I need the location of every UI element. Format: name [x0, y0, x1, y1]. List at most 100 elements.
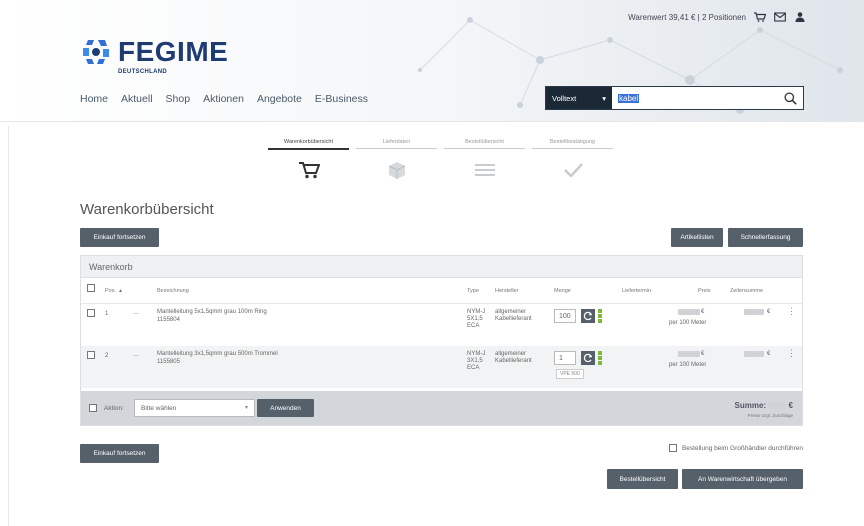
wholesaler-order-option[interactable]: Bestellung beim Großhändler durchführen	[668, 444, 803, 452]
table-row: 2 — Mantelleitung 3x1,5qmm grau 500m Tro…	[81, 346, 802, 388]
quick-entry-button[interactable]: Schnellerfassung	[728, 228, 803, 247]
bulk-action-select[interactable]: Bitte wählen ▾	[134, 399, 255, 417]
nav-angebote[interactable]: Angebote	[257, 93, 302, 105]
quantity-input[interactable]: 100	[554, 309, 576, 323]
sum-label: Summe:	[734, 401, 767, 410]
wholesaler-order-label: Bestellung beim Großhändler durchführen	[681, 444, 803, 452]
availability-indicator	[598, 309, 602, 323]
step-order-overview: Bestellübersicht	[442, 139, 527, 176]
row-checkbox[interactable]	[87, 351, 95, 359]
col-type: Type	[467, 288, 479, 294]
fegime-logo[interactable]: FEGIME	[80, 36, 228, 68]
step-label: Warenkorbübersicht	[283, 139, 333, 145]
step-bar	[268, 148, 349, 150]
cart-icon[interactable]	[754, 12, 766, 22]
list-icon	[475, 164, 495, 176]
row-article-no: 1155805	[157, 359, 180, 365]
more-options-icon[interactable]: ⋮	[787, 306, 796, 317]
user-icon[interactable]	[794, 12, 806, 22]
sum-value-blurred	[768, 402, 787, 410]
quantity-input[interactable]: 1	[554, 351, 576, 365]
col-pos[interactable]: Pos.	[105, 288, 116, 294]
refresh-icon[interactable]	[581, 351, 595, 365]
row-manufacturer: allgemeiner Kabellieferant	[495, 351, 532, 364]
nav-aktuell[interactable]: Aktuell	[121, 93, 153, 105]
search-button[interactable]	[777, 87, 803, 109]
caret-down-icon: ▾	[244, 405, 248, 411]
cart-actions-bar: Aktion: Bitte wählen ▾ Anwenden Summe: €…	[81, 391, 802, 425]
row-manufacturer: allgemeiner Kabellieferant	[495, 309, 532, 322]
nav-aktionen[interactable]: Aktionen	[203, 93, 244, 105]
caret-down-icon: ▾	[602, 93, 606, 103]
row-article-no: 1155804	[157, 317, 180, 323]
table-row: 1 — Mantelleitung 5x1,5qmm grau 100m Rin…	[81, 304, 802, 346]
col-price: Preis	[698, 288, 711, 294]
checkout-steps: Warenkorbübersicht Lieferdaten Bestellüb…	[266, 139, 616, 189]
nav-shop[interactable]: Shop	[166, 93, 191, 105]
row-description[interactable]: Mantelleitung 3x1,5qmm grau 500m Trommel	[157, 351, 278, 358]
select-all-footer-checkbox[interactable]	[89, 404, 97, 412]
row-pos: 1	[105, 311, 109, 317]
continue-shopping-button-bottom[interactable]: Einkauf fortsetzen	[80, 444, 159, 463]
mail-icon[interactable]	[774, 12, 786, 22]
row-total-blurred	[744, 351, 764, 357]
step-bar	[356, 148, 437, 149]
search-input-value: kabel	[618, 93, 640, 103]
col-delivery-date: Liefertermin	[622, 288, 652, 294]
cart-panel: Warenkorb Pos. ▲ Bezeichnung Type Herste…	[80, 255, 803, 426]
search-mode-label: Volltext	[552, 93, 577, 103]
product-thumbnail: —	[133, 311, 139, 317]
sort-asc-icon[interactable]: ▲	[118, 288, 123, 294]
col-quantity: Menge	[554, 288, 571, 294]
cart-heading: Warenkorb	[81, 256, 802, 278]
row-checkbox[interactable]	[87, 309, 95, 317]
product-thumbnail: —	[133, 353, 139, 359]
article-lists-button[interactable]: Artikellisten	[671, 228, 723, 247]
logo-text: FEGIME	[118, 36, 229, 67]
search-input[interactable]: kabel	[612, 87, 777, 109]
transfer-to-erp-button[interactable]: An Warenwirtschaft übergeben	[682, 469, 803, 489]
row-type: NYM-J 5X1,5 ECA	[467, 309, 486, 329]
more-options-icon[interactable]: ⋮	[787, 348, 796, 359]
search-bar: Volltext ▾ kabel	[545, 86, 804, 110]
step-label: Bestellübersicht	[465, 139, 504, 145]
cart-table-header: Pos. ▲ Bezeichnung Type Hersteller Menge…	[81, 278, 802, 304]
col-line-total: Zeilensumme	[730, 288, 764, 294]
row-total-blurred	[744, 309, 764, 315]
wholesaler-order-checkbox[interactable]	[668, 444, 677, 452]
nav-ebusiness[interactable]: E-Business	[315, 93, 368, 105]
row-price-blurred	[678, 351, 700, 357]
availability-indicator	[598, 351, 602, 365]
refresh-icon[interactable]	[581, 309, 595, 323]
vpe-badge: VPE 500	[556, 369, 584, 379]
nav-home[interactable]: Home	[80, 93, 108, 105]
logo-subtitle: DEUTSCHLAND	[118, 69, 167, 75]
currency-symbol: €	[767, 351, 771, 357]
site-header: Warenwert 39,41 € | 2 Positionen FEGIME …	[0, 0, 864, 122]
col-description: Bezeichnung	[157, 288, 189, 294]
currency-symbol: €	[767, 309, 771, 315]
cart-value-label[interactable]: Warenwert 39,41 € | 2 Positionen	[628, 13, 746, 22]
step-bar	[444, 148, 525, 149]
logo-mark-icon	[83, 40, 109, 64]
order-overview-button[interactable]: Bestellübersicht	[607, 469, 678, 489]
apply-button[interactable]: Anwenden	[257, 399, 314, 417]
row-description[interactable]: Mantelleitung 5x1,5qmm grau 100m Ring	[157, 309, 267, 316]
step-label: Lieferdaten	[382, 139, 411, 145]
sum-subtext: Preise zzgl. Zuschläge	[747, 413, 793, 418]
search-mode-select[interactable]: Volltext ▾	[546, 87, 612, 109]
col-manufacturer: Hersteller	[495, 288, 519, 294]
currency-symbol: €	[701, 309, 705, 315]
search-icon	[783, 91, 797, 105]
bulk-action-select-value: Bitte wählen	[141, 404, 177, 412]
step-cart-overview[interactable]: Warenkorbübersicht	[266, 139, 351, 179]
box-icon	[388, 162, 406, 179]
row-price-blurred	[678, 309, 700, 315]
cart-sum: Summe: €	[735, 401, 793, 410]
continue-shopping-button[interactable]: Einkauf fortsetzen	[80, 228, 159, 247]
select-all-checkbox[interactable]	[87, 284, 95, 292]
page-title: Warenkorbübersicht	[80, 201, 214, 218]
check-icon	[564, 163, 583, 178]
row-pos: 2	[105, 353, 109, 359]
currency-symbol: €	[788, 401, 793, 410]
